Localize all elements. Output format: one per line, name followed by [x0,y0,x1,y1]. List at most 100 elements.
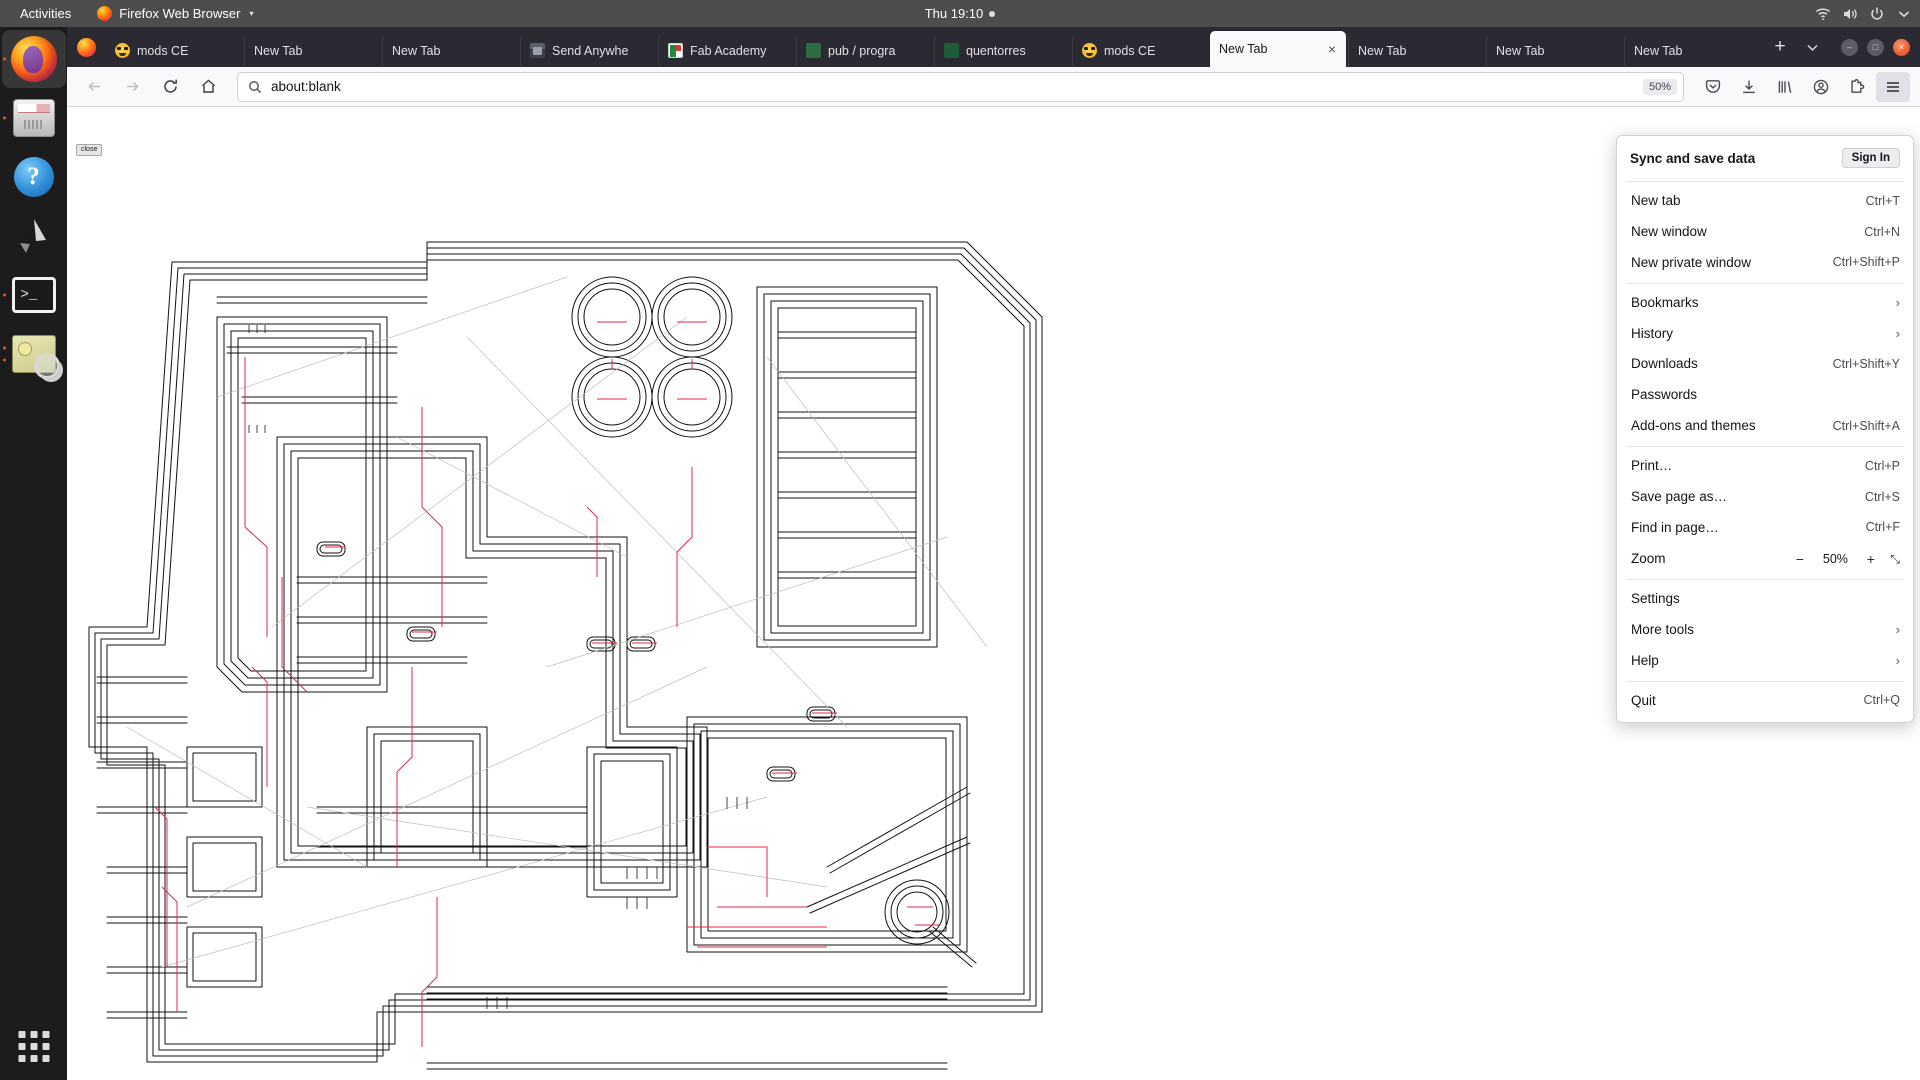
tab-4[interactable]: Send Anywhe [520,34,656,67]
tab-title: Send Anywhe [552,43,629,58]
system-tray[interactable] [1815,0,1912,27]
app-menu-button[interactable] [1876,71,1910,102]
running-indicator-icon [2,293,6,297]
account-button[interactable] [1804,72,1838,102]
sync-title: Sync and save data [1630,150,1756,166]
menu-item-quit[interactable]: Quit Ctrl+Q [1617,686,1913,717]
tab-2[interactable]: New Tab [244,34,380,67]
tab-8[interactable]: mods CE [1072,34,1208,67]
minimize-button[interactable]: – [1841,38,1858,56]
menu-separator [1626,446,1904,447]
menu-item-find-in-page[interactable]: Find in page… Ctrl+F [1617,513,1913,544]
sync-and-save-row[interactable]: Sync and save data Sign In [1617,140,1913,177]
menu-item-bookmarks[interactable]: Bookmarks › [1617,288,1913,319]
zoom-in-button[interactable]: + [1864,551,1877,569]
menu-item-label: New private window [1631,254,1752,270]
firefox-icon [97,6,113,21]
menu-item-zoom[interactable]: Zoom − 50% + ⤡ [1617,544,1913,576]
menu-item-print[interactable]: Print… Ctrl+P [1617,451,1913,482]
menu-item-label: Save page as… [1631,488,1728,504]
menu-item-help[interactable]: Help › [1617,646,1913,677]
close-button[interactable]: × [1893,38,1910,56]
tab-favicon-icon [530,43,545,58]
tab-close-icon[interactable]: × [1327,42,1337,56]
app-menu-indicator[interactable]: Firefox Web Browser ▾ [87,3,263,24]
menu-item-new-private-window[interactable]: New private window Ctrl+Shift+P [1617,248,1913,279]
menu-item-add-ons-and-themes[interactable]: Add-ons and themes Ctrl+Shift+A [1617,411,1913,442]
tab-7[interactable]: quentorres [934,34,1070,67]
tab-9[interactable]: New Tab × [1210,31,1346,67]
extensions-button[interactable] [1840,72,1874,102]
chevron-right-icon: › [1895,325,1900,341]
new-tab-button[interactable]: + [1763,30,1797,64]
tab-1[interactable]: mods CE [106,34,242,67]
tab-12[interactable]: New Tab [1624,34,1760,67]
list-all-tabs-button[interactable] [1797,30,1827,64]
menu-item-passwords[interactable]: Passwords [1617,380,1913,411]
menu-item-save-page-as[interactable]: Save page as… Ctrl+S [1617,482,1913,513]
menu-item-new-tab[interactable]: New tab Ctrl+T [1617,186,1913,217]
save-to-pocket-button[interactable] [1696,72,1730,102]
menu-separator [1626,579,1904,581]
tab-title: quentorres [966,43,1026,58]
tab-title: New Tab [1496,43,1545,58]
pocket-icon [1705,79,1721,93]
terminal-icon [11,277,56,313]
dock-item-files[interactable] [2,92,60,144]
tab-10[interactable]: New Tab [1348,34,1484,67]
url-bar[interactable]: about:blank 50% [237,71,1684,102]
menu-group-new: New tab Ctrl+T New window Ctrl+N New private… [1617,186,1913,279]
menu-item-label: Add-ons and themes [1631,418,1756,434]
tab-5[interactable]: Fab Academy [658,34,794,67]
downloads-icon [1743,80,1755,93]
grid-dot-icon [42,1031,49,1038]
tab-title: pub / progra [828,43,896,58]
tab-3[interactable]: New Tab [382,34,518,67]
screen: Activities Firefox Web Browser ▾ Thu 19:… [0,0,1920,1080]
firefox-view-button[interactable] [67,27,105,67]
downloads-button[interactable] [1732,72,1766,102]
fullscreen-button[interactable]: ⤡ [1890,552,1900,567]
menu-item-label: History [1631,325,1674,341]
tab-favicon-icon [115,43,130,58]
url-input[interactable]: about:blank [271,79,1634,94]
menu-item-more-tools[interactable]: More tools › [1617,615,1913,646]
menu-item-new-window[interactable]: New window Ctrl+N [1617,217,1913,248]
zoom-level-badge[interactable]: 50% [1642,78,1677,95]
dock-item-inkscape[interactable] [8,210,60,262]
tab-title: Fab Academy [690,43,767,58]
image-viewer-icon [11,335,60,379]
dock-item-firefox[interactable] [1,30,66,88]
wifi-icon [1816,8,1830,20]
menu-item-settings[interactable]: Settings [1617,584,1913,615]
tab-6[interactable]: pub / progra [796,34,932,67]
zoom-out-button[interactable]: − [1793,551,1806,569]
pcb-toolpath-preview [67,107,1067,1080]
menu-item-label: Settings [1631,591,1680,607]
show-applications-button[interactable] [18,1031,49,1062]
activities-button[interactable]: Activities [10,3,81,24]
tab-11[interactable]: New Tab [1486,34,1622,67]
forward-button[interactable] [115,72,149,102]
menu-item-label: Find in page… [1631,519,1719,535]
chevron-right-icon: › [1895,294,1900,310]
menu-item-downloads[interactable]: Downloads Ctrl+Shift+Y [1617,349,1913,380]
sign-in-button[interactable]: Sign In [1841,148,1900,168]
menu-item-history[interactable]: History › [1617,319,1913,350]
menu-group-page: Print… Ctrl+P Save page as… Ctrl+S Find in p… [1617,451,1913,544]
back-button[interactable] [77,72,111,102]
maximize-button[interactable]: □ [1867,38,1884,56]
tab-favicon-icon [944,43,959,58]
reload-button[interactable] [153,72,187,102]
library-button[interactable] [1768,72,1802,102]
dock-item-terminal[interactable] [2,269,60,321]
gnome-top-bar: Activities Firefox Web Browser ▾ Thu 19:… [0,0,1920,27]
menu-item-label: Downloads [1631,356,1698,372]
menu-item-label: New tab [1631,193,1681,208]
menu-item-accel: Ctrl+P [1864,458,1900,473]
dock-item-help[interactable]: ? [8,151,60,203]
clock-area[interactable]: Thu 19:10 [0,6,1920,21]
home-button[interactable] [191,72,225,102]
dock-item-image-viewer[interactable] [2,328,60,380]
navigation-toolbar: about:blank 50% [67,67,1920,107]
